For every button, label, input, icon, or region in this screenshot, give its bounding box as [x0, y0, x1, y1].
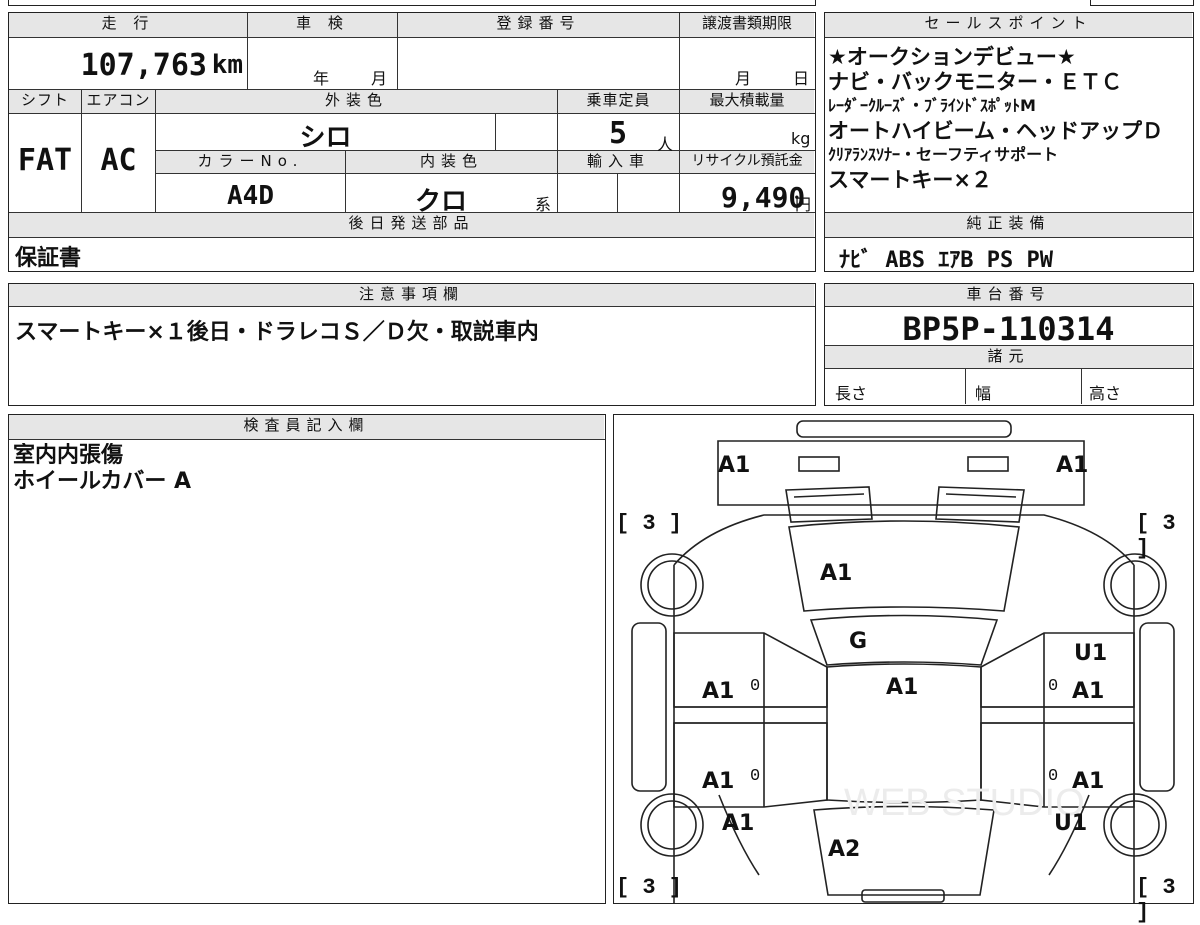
mark-zero: 0: [1048, 767, 1059, 786]
sales-line: ★オークションデビュー★: [828, 45, 1076, 69]
mark-windshield: G: [849, 629, 868, 654]
side-skirt-left: [631, 622, 667, 792]
corner-mark-tr: [ 3 ]: [1136, 511, 1176, 561]
capacity-value: 5: [609, 116, 628, 151]
equipment-value: ﾅﾋﾞ ABS ｴｱB PS PW: [839, 248, 1053, 273]
chassis-number: BP5P-110314: [902, 310, 1115, 348]
notes-header: 注意事項欄: [9, 284, 814, 306]
windshield: [809, 614, 999, 666]
sales-line: ナビ・バックモニター・ＥＴＣ: [828, 69, 1122, 94]
deadline-month: 月: [735, 69, 752, 88]
ac-value: AC: [100, 143, 137, 178]
sales-line: ｸﾘｱﾗﾝｽｿﾅｰ・セーフティサポート: [828, 145, 1059, 164]
recycle-header: リサイクル預託金: [680, 151, 814, 173]
mark-zero: 0: [750, 767, 761, 786]
mileage-unit: km: [211, 50, 243, 80]
capacity-header: 乗車定員: [558, 90, 679, 113]
chassis-header: 車台番号: [825, 284, 1192, 306]
recycle-fee: 9,490: [721, 181, 806, 214]
mark-left-rear-door: A1: [702, 769, 735, 794]
mark-zero: 0: [750, 677, 761, 696]
equipment-header: 純正装備: [825, 213, 1192, 237]
mark-left-front-door: A1: [702, 679, 735, 704]
sales-header: セールスポイント: [825, 13, 1192, 37]
mark-front-right: A1: [1056, 453, 1089, 478]
notes-text: スマートキー×１後日・ドラレコＳ／Ｄ欠・取説車内: [15, 320, 539, 345]
mark-right-rear-door: A1: [1072, 769, 1105, 794]
inspector-line: ホイールカバー A: [13, 469, 192, 494]
shaken-header: 車 検: [248, 13, 397, 37]
corner-mark-bl: [ 3 ]: [616, 875, 683, 900]
wheel-rear-left: [640, 793, 704, 857]
shift-value: FAT: [17, 143, 73, 178]
mark-left-rear-fender: A1: [722, 811, 755, 836]
sales-line: ﾚｰﾀﾞｰｸﾙｰｽﾞ・ﾌﾞﾗｲﾝﾄﾞｽﾎﾟｯﾄM: [828, 96, 1036, 115]
body-outline: [673, 514, 1135, 903]
int-color-header: 内装色: [346, 151, 557, 173]
corner-mark-tl: [ 3 ]: [616, 511, 683, 536]
mark-zero: 0: [1048, 677, 1059, 696]
max-load-header: 最大積載量: [680, 90, 814, 113]
later-parts-value: 保証書: [15, 246, 82, 271]
spec-width: 幅: [975, 384, 992, 403]
mileage-cell: 107,763 km: [9, 38, 247, 89]
side-skirt-right: [1139, 622, 1175, 792]
rear-bumper: [861, 889, 945, 903]
top-strip: [8, 0, 816, 6]
sales-line: スマートキー×２: [828, 167, 992, 192]
inspector-line: 室内内張傷: [13, 443, 124, 468]
spec-header: 諸元: [825, 346, 1192, 368]
front-bumper: [796, 420, 1012, 438]
mark-right-rear-fender: U1: [1054, 811, 1088, 836]
import-header: 輸入車: [558, 151, 679, 173]
wheel-front-right: [1103, 553, 1167, 617]
svg-text:WEB STUDIO: WEB STUDIO: [844, 782, 1085, 824]
front-light-right: [967, 456, 1009, 472]
door-rear-left: [673, 722, 828, 808]
mileage-header: 走 行: [9, 13, 247, 37]
shift-header: シフト: [9, 90, 81, 113]
later-parts-header: 後日発送部品: [9, 213, 814, 237]
inspector-box: 検査員記入欄 室内内張傷 ホイールカバー A: [8, 414, 606, 904]
sales-lines: ★オークションデビュー★ ナビ・バックモニター・ＥＴＣ ﾚｰﾀﾞｰｸﾙｰｽﾞ・ﾌ…: [828, 45, 1192, 192]
vehicle-info-table: 走 行 車 検 登録番号 譲渡書類期限 107,763 km 年 月 月 日 シ…: [8, 12, 816, 272]
mark-trunk: A2: [828, 837, 861, 862]
registration-header: 登録番号: [398, 13, 679, 37]
ext-color-header: 外装色: [156, 90, 557, 113]
front-outline: [717, 440, 1085, 506]
sales-points-box: セールスポイント ★オークションデビュー★ ナビ・バックモニター・ＥＴＣ ﾚｰﾀ…: [824, 12, 1194, 273]
inspector-header: 検査員記入欄: [9, 415, 604, 439]
deadline-day: 日: [793, 69, 810, 88]
deadline-header: 譲渡書類期限: [680, 13, 814, 37]
chassis-box: 車台番号 BP5P-110314 諸元 長さ 幅 高さ: [824, 283, 1194, 406]
int-color-suffix: 系: [535, 195, 552, 214]
wheel-rear-right: [1103, 793, 1167, 857]
shaken-month: 月: [371, 69, 388, 88]
max-load-unit: kg: [791, 129, 811, 148]
mark-front-left: A1: [718, 453, 751, 478]
color-no-value: A4D: [227, 181, 274, 211]
inspector-notes: 室内内張傷 ホイールカバー A: [13, 443, 191, 495]
mark-roof: A1: [886, 675, 919, 700]
ext-color-value: シロ: [299, 123, 352, 153]
mileage-value: 107,763: [80, 48, 207, 83]
mark-hood: A1: [820, 561, 853, 586]
front-light-left: [798, 456, 840, 472]
notes-box: 注意事項欄 スマートキー×１後日・ドラレコＳ／Ｄ欠・取説車内: [8, 283, 816, 406]
car-diagram-box: WEB STUDIO A1 A1 A1 G A1 A1 A1 U1 A1 A1 …: [613, 414, 1194, 925]
sales-line: オートハイビーム・ヘッドアップＤ: [828, 118, 1163, 143]
spec-length: 長さ: [835, 384, 868, 403]
spec-height: 高さ: [1089, 384, 1122, 403]
shaken-year: 年: [313, 69, 330, 88]
wheel-front-left: [640, 553, 704, 617]
color-no-header: カラーNo.: [156, 151, 345, 173]
corner-mark-br: [ 3 ]: [1136, 875, 1176, 925]
mark-right-front-door-upper: U1: [1074, 641, 1108, 666]
top-strip-right: [1090, 0, 1194, 6]
ac-header: エアコン: [82, 90, 155, 113]
recycle-unit: 円: [795, 195, 812, 214]
mark-right-front-door: A1: [1072, 679, 1105, 704]
